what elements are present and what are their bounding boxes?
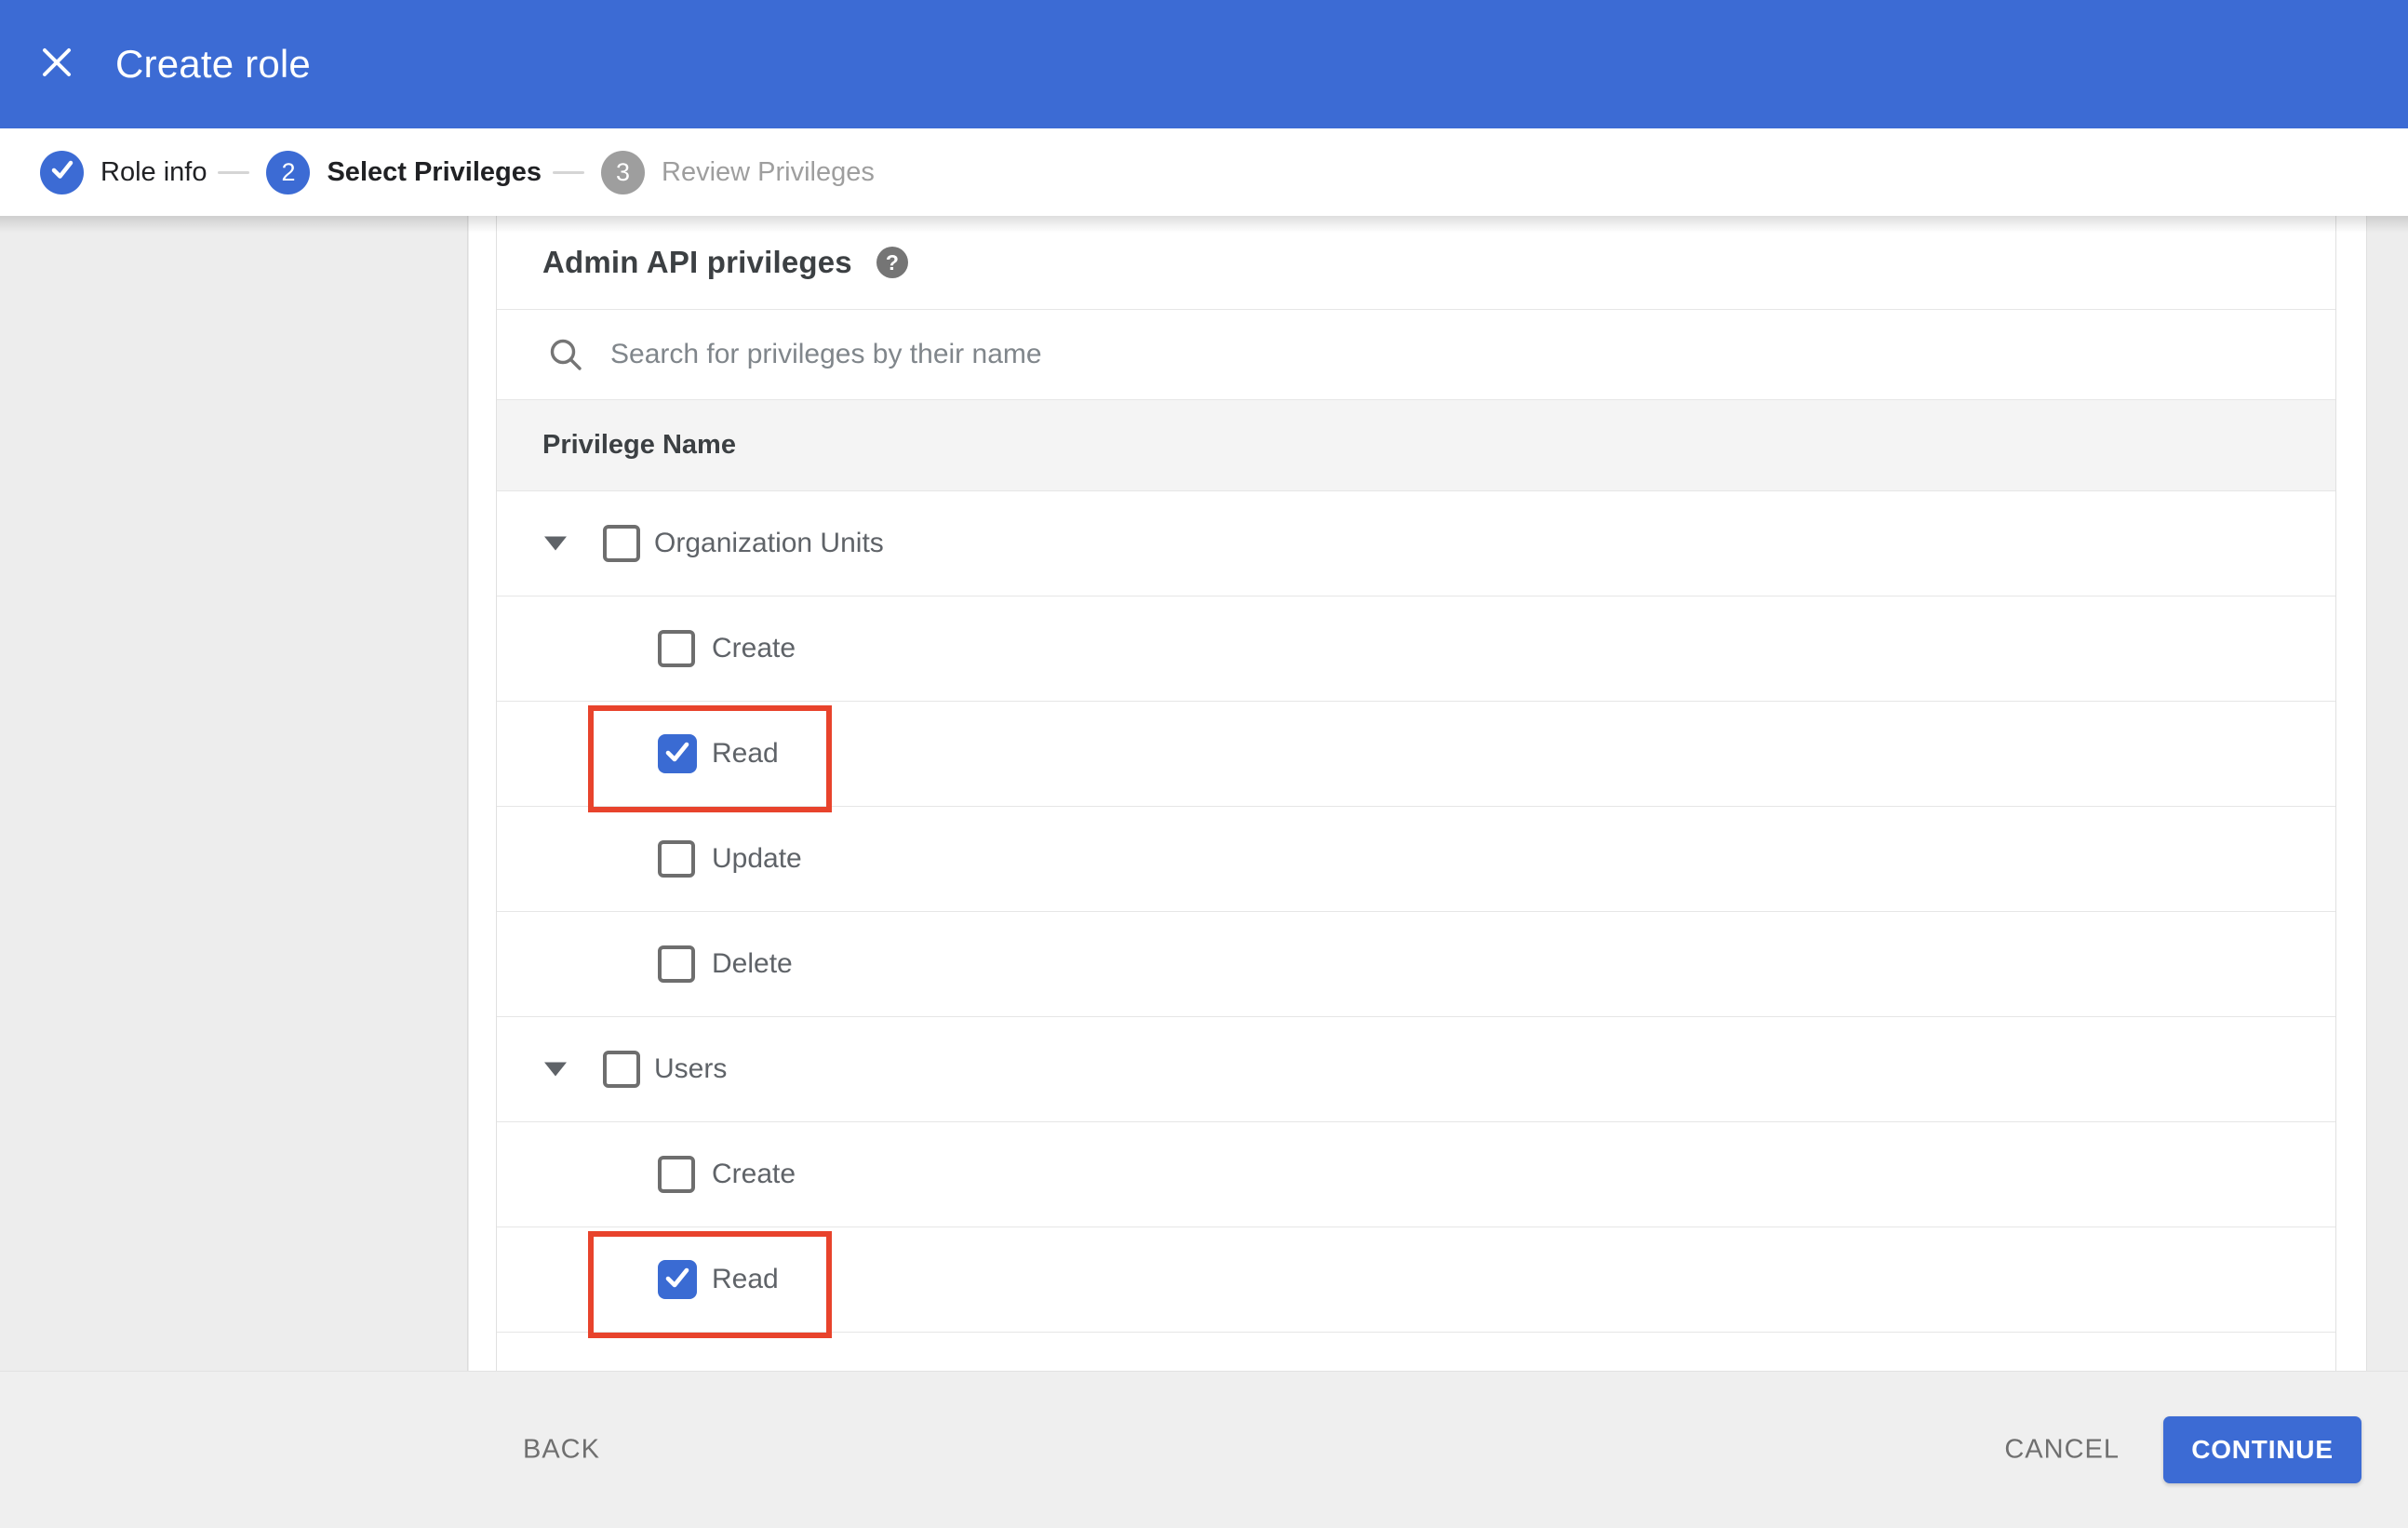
row-label: Read xyxy=(712,738,779,769)
scroll-gutter-left xyxy=(469,216,496,1371)
step-2-number: 2 xyxy=(281,157,296,186)
continue-button[interactable]: CONTINUE xyxy=(2163,1416,2361,1483)
row-label: Users xyxy=(654,1053,728,1084)
checkbox-organization-units[interactable] xyxy=(603,525,640,562)
step-2-label[interactable]: Select Privileges xyxy=(327,157,542,188)
footer-bar: BACK CANCEL CONTINUE xyxy=(0,1371,2408,1528)
row-label: Read xyxy=(712,1264,779,1294)
content-area: Admin API privileges ? Privilege Name xyxy=(0,216,2408,1371)
table-row-orgunits-create: Create xyxy=(497,596,2335,702)
step-3-label[interactable]: Review Privileges xyxy=(662,157,875,188)
step-3-number: 3 xyxy=(615,157,631,186)
dialog-header: Create role xyxy=(0,0,2408,128)
dialog-title: Create role xyxy=(115,42,311,86)
check-icon xyxy=(48,155,76,190)
checkbox-orgunits-delete[interactable] xyxy=(658,945,695,983)
create-role-dialog: Create role Role info 2 Select Privilege… xyxy=(0,0,2408,1528)
row-label: Create xyxy=(712,1159,796,1189)
step-connector xyxy=(218,170,250,174)
checkmark-icon xyxy=(662,1262,693,1298)
close-button[interactable] xyxy=(39,47,74,82)
close-icon xyxy=(39,45,74,85)
left-pane xyxy=(0,216,468,1371)
table-row-orgunits-delete: Delete xyxy=(497,912,2335,1017)
collapse-arrow-icon[interactable] xyxy=(544,1062,567,1077)
panel-title: Admin API privileges xyxy=(542,245,852,279)
column-header-privilege-name: Privilege Name xyxy=(542,430,736,460)
table-row-users-create: Create xyxy=(497,1122,2335,1227)
checkmark-icon xyxy=(662,736,693,772)
step-1-circle[interactable] xyxy=(40,150,84,194)
search-icon xyxy=(547,336,584,373)
step-3-circle[interactable]: 3 xyxy=(601,150,645,194)
collapse-arrow-icon[interactable] xyxy=(544,536,567,551)
checkbox-users-create[interactable] xyxy=(658,1156,695,1193)
table-row-users-read: Read xyxy=(497,1227,2335,1338)
stepper: Role info 2 Select Privileges 3 Review P… xyxy=(0,128,2408,216)
checkbox-orgunits-read[interactable] xyxy=(658,734,697,773)
highlight-box-orgunits-read xyxy=(588,705,832,812)
privileges-panel: Admin API privileges ? Privilege Name xyxy=(496,216,2336,1371)
checkbox-orgunits-update[interactable] xyxy=(658,840,695,878)
search-row xyxy=(497,310,2335,400)
row-label: Update xyxy=(712,843,802,874)
back-button[interactable]: BACK xyxy=(523,1435,600,1466)
search-input[interactable] xyxy=(610,339,2006,370)
table-row-orgunits-update: Update xyxy=(497,807,2335,912)
panel-title-row: Admin API privileges ? xyxy=(497,216,2335,310)
help-icon[interactable]: ? xyxy=(876,247,908,278)
row-label: Organization Units xyxy=(654,528,884,558)
table-row-orgunits-read: Read xyxy=(497,702,2335,812)
cancel-button[interactable]: CANCEL xyxy=(2004,1435,2120,1466)
highlight-box-users-read xyxy=(588,1231,832,1338)
step-1-label[interactable]: Role info xyxy=(100,157,207,188)
row-label: Create xyxy=(712,633,796,663)
step-connector xyxy=(553,170,584,174)
checkbox-users[interactable] xyxy=(603,1051,640,1088)
scroll-gutter-right[interactable] xyxy=(2336,216,2367,1371)
checkbox-users-read[interactable] xyxy=(658,1260,697,1299)
step-2-circle[interactable]: 2 xyxy=(266,150,311,194)
table-row-users: Users xyxy=(497,1017,2335,1122)
table-header-row: Privilege Name xyxy=(497,400,2335,491)
table-row-organization-units: Organization Units xyxy=(497,491,2335,596)
checkbox-orgunits-create[interactable] xyxy=(658,630,695,667)
row-label: Delete xyxy=(712,948,793,979)
